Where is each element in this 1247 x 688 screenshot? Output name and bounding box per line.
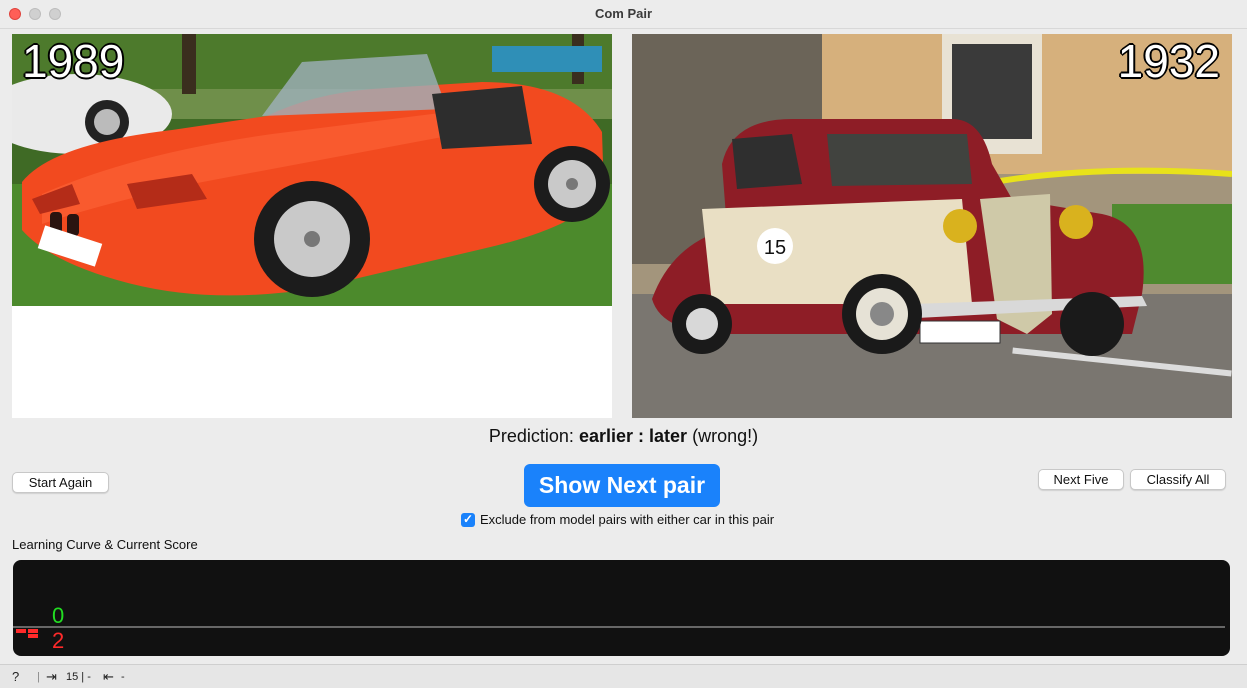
prediction-prefix: Prediction: xyxy=(488,426,574,446)
classify-all-button[interactable]: Classify All xyxy=(1130,469,1226,490)
title-bar: Com Pair xyxy=(0,0,1247,29)
learning-curve-panel: 0 2 xyxy=(13,560,1230,656)
checkmark-icon: ✓ xyxy=(462,512,474,526)
svg-text:15: 15 xyxy=(764,237,786,259)
vintage-car-photo: 15 xyxy=(632,34,1232,418)
window-title: Com Pair xyxy=(594,6,653,21)
start-again-button[interactable]: Start Again xyxy=(12,472,109,493)
wrong-marker xyxy=(28,629,38,633)
exclude-option[interactable]: ✓ Exclude from model pairs with either ca… xyxy=(461,512,774,528)
exclude-label: Exclude from model pairs with either car… xyxy=(480,512,775,527)
input-summary: 15 | - xyxy=(66,671,91,683)
learning-curve-label: Learning Curve & Current Score xyxy=(12,537,198,552)
next-five-button[interactable]: Next Five xyxy=(1038,469,1124,490)
prediction-separator: : xyxy=(638,426,645,446)
sign-in-icon[interactable]: ⇥ xyxy=(46,669,57,685)
prediction-verdict: (wrong!) xyxy=(692,426,759,446)
left-car-year: 1989 xyxy=(22,35,125,87)
learning-curve-plot: 0 2 xyxy=(13,603,1225,653)
status-bar: ? | ⇥ 15 | - ⇤ - xyxy=(0,664,1247,688)
prediction-text: Prediction: earlier : later (wrong!) xyxy=(0,426,1247,447)
wrong-marker xyxy=(16,629,26,633)
prediction-right-answer: later xyxy=(649,426,688,446)
status-divider: | xyxy=(37,671,40,683)
red-convertible-photo xyxy=(12,34,612,418)
left-car-image: 1989 xyxy=(12,34,612,418)
wrong-marker xyxy=(28,634,38,638)
exclude-checkbox[interactable]: ✓ xyxy=(461,512,475,527)
prediction-left-answer: earlier xyxy=(578,426,633,446)
correct-score: 0 xyxy=(52,603,64,628)
right-car-year: 1932 xyxy=(1117,35,1220,87)
right-car-image: 15 1932 xyxy=(632,34,1232,418)
question-icon[interactable]: ? xyxy=(12,669,19,685)
sign-out-icon[interactable]: ⇤ xyxy=(103,669,114,685)
wrong-score: 2 xyxy=(52,628,64,653)
show-next-pair-button[interactable]: Show Next pair xyxy=(524,464,720,507)
output-summary: - xyxy=(121,671,125,683)
